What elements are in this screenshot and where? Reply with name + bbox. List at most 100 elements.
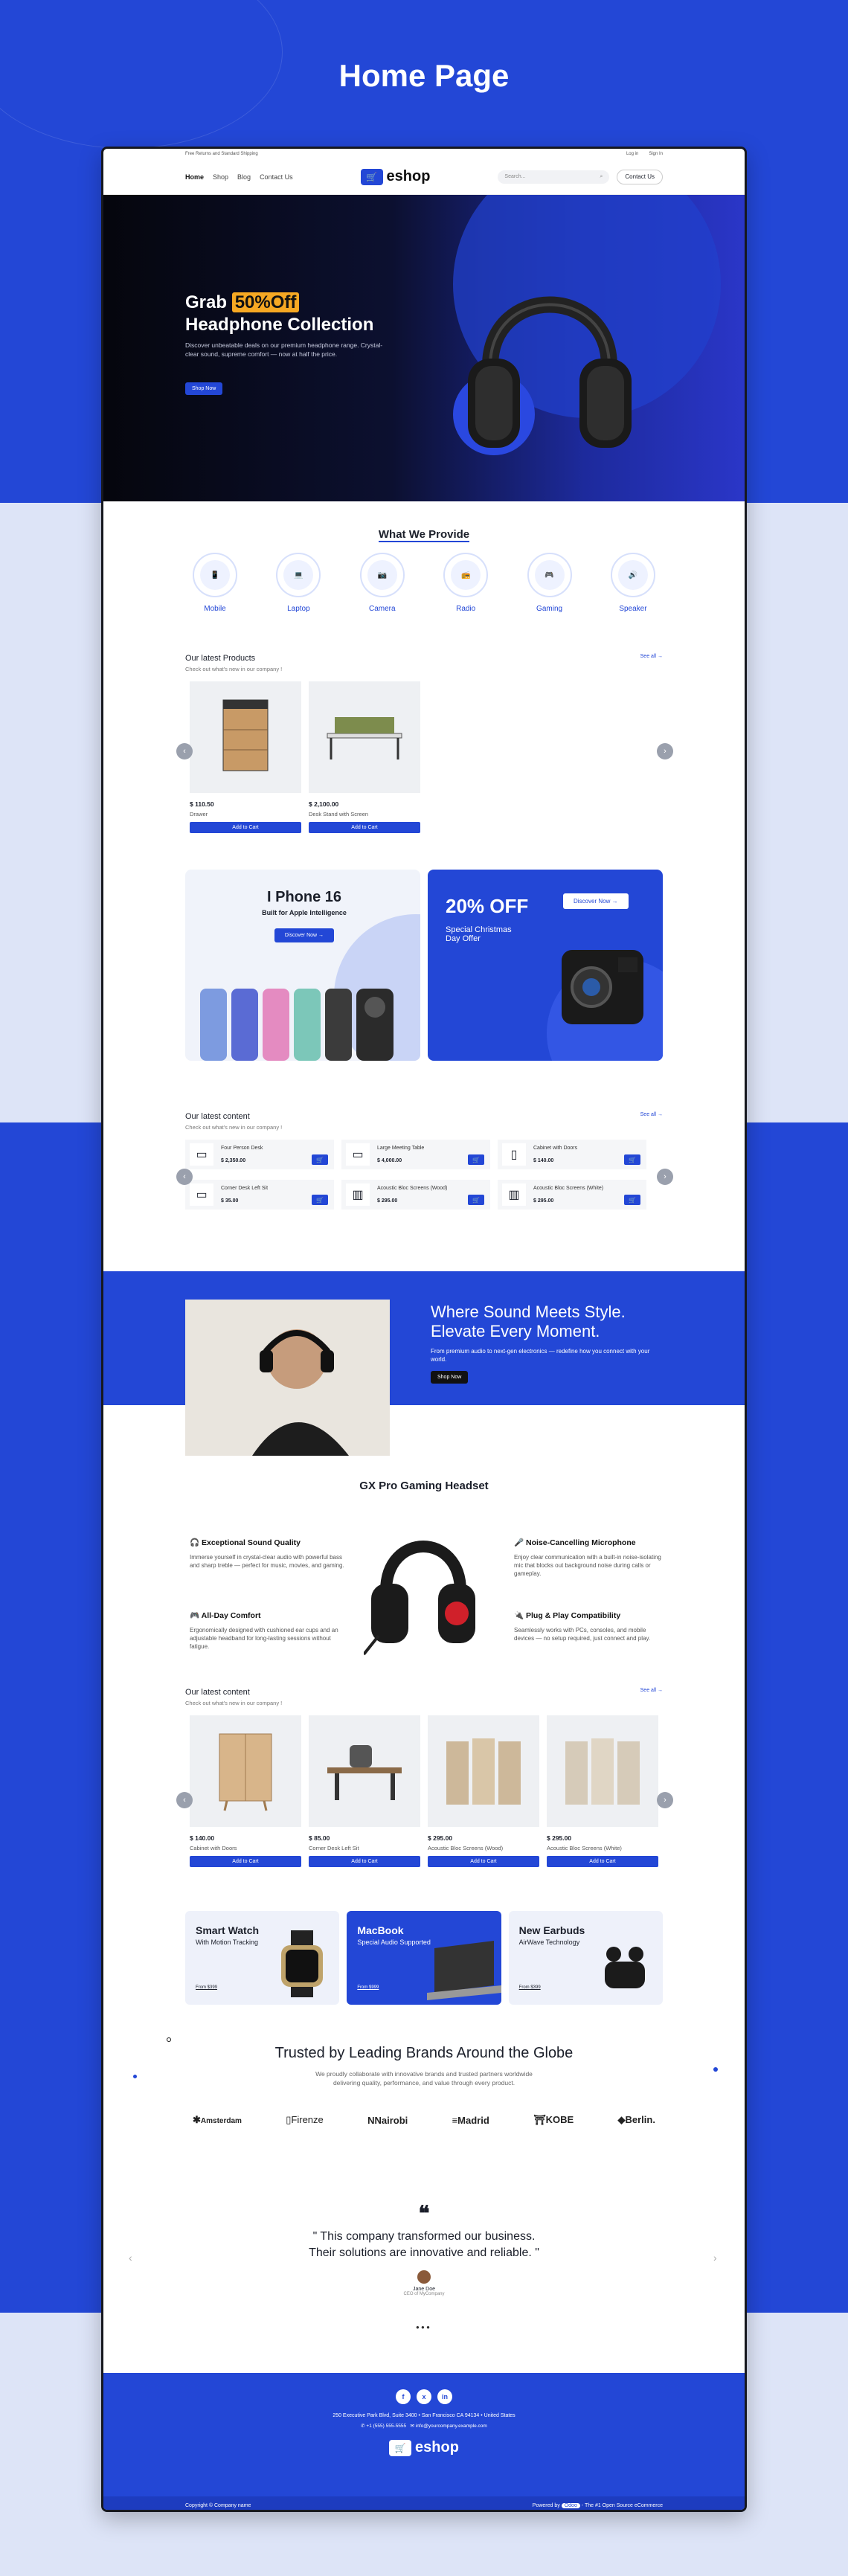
screen-thumbnail: ▥	[346, 1183, 370, 1206]
categories-title: What We Provide	[378, 528, 470, 542]
product-card[interactable]: $ 140.00 Cabinet with Doors Add to Cart	[190, 1715, 301, 1867]
content-card[interactable]: ▯ Cabinet with Doors $ 140.00 🛒	[498, 1140, 646, 1169]
brand-berlin[interactable]: ◆Berlin.	[618, 2114, 655, 2126]
carousel-next-button[interactable]: ›	[657, 1169, 673, 1185]
latest-content-section: Our latest content Check out what's new i…	[103, 1100, 745, 1271]
corner-desk-image	[309, 1715, 420, 1827]
category-camera[interactable]: 📷 Camera	[359, 553, 405, 613]
category-laptop[interactable]: 💻 Laptop	[276, 553, 321, 613]
hero-grab: Grab	[185, 292, 228, 312]
cart-icon[interactable]: 🛒	[312, 1195, 328, 1205]
latest-content-section-2: Our latest content Check out what's new i…	[103, 1688, 745, 1911]
band-title-1: Where Sound Meets Style.	[431, 1303, 626, 1321]
table-thumbnail: ▭	[346, 1143, 370, 1166]
feature-comfort: 🎮 All-Day Comfort Ergonomically designed …	[190, 1611, 338, 1651]
login-link[interactable]: Log in	[626, 152, 638, 156]
carousel-prev-button[interactable]: ‹	[176, 1792, 193, 1808]
logo[interactable]: 🛒 eshop	[360, 168, 430, 185]
brand-nairobi[interactable]: NNairobi	[367, 2115, 408, 2126]
nav-contact[interactable]: Contact Us	[260, 173, 293, 181]
signup-link[interactable]: Sign In	[649, 152, 663, 156]
brands-title: Trusted by Leading Brands Around the Glo…	[274, 2045, 574, 2061]
brands-section: Trusted by Leading Brands Around the Glo…	[103, 2030, 745, 2171]
cart-icon[interactable]: 🛒	[468, 1195, 484, 1205]
carousel-prev-button[interactable]: ‹	[176, 743, 193, 759]
see-all-link[interactable]: See all →	[640, 1688, 663, 1693]
carousel-next-button[interactable]: ›	[657, 743, 673, 759]
content-card[interactable]: ▭ Four Person Desk $ 2,350.00 🛒	[185, 1140, 334, 1169]
testimonial-prev-button[interactable]: ‹	[129, 2252, 132, 2264]
facebook-icon[interactable]: f	[396, 2389, 411, 2404]
cart-icon[interactable]: 🛒	[312, 1154, 328, 1165]
category-mobile[interactable]: 📱 Mobile	[193, 553, 237, 613]
shop-now-button[interactable]: Shop Now	[185, 382, 223, 395]
brand-kobe[interactable]: ⛩KOBE	[533, 2114, 574, 2126]
top-bar: Free Returns and Standard Shipping Log i…	[103, 149, 745, 159]
product-card[interactable]: $ 85.00 Corner Desk Left Sit Add to Cart	[309, 1715, 420, 1867]
laptop-image	[426, 1941, 501, 2000]
shipping-notice: Free Returns and Standard Shipping	[185, 152, 258, 156]
content-card[interactable]: ▭ Corner Desk Left Sit $ 35.00 🛒	[185, 1180, 334, 1210]
nav-blog[interactable]: Blog	[237, 173, 251, 181]
category-gaming[interactable]: 🎮 Gaming	[527, 553, 572, 613]
earbuds-promo[interactable]: New Earbuds AirWave Technology From $399	[508, 1911, 663, 2005]
shop-now-button[interactable]: Shop Now	[431, 1371, 469, 1384]
cart-icon[interactable]: 🛒	[624, 1195, 640, 1205]
add-to-cart-button[interactable]: Add to Cart	[428, 1856, 539, 1867]
discover-now-button[interactable]: Discover Now →	[274, 928, 335, 942]
phone-icon: ✆	[361, 2424, 365, 2429]
radio-icon: 📻	[451, 560, 481, 590]
product-card[interactable]: $ 2,100.00 Desk Stand with Screen Add to…	[309, 681, 420, 833]
product-card[interactable]: $ 110.50 Drawer Add to Cart	[190, 681, 301, 833]
latest-products-section: Our latest Products Check out what's new …	[103, 639, 745, 855]
earbuds-image	[604, 1947, 645, 1988]
category-radio[interactable]: 📻 Radio	[443, 553, 489, 613]
promo-section: I Phone 16 Built for Apple Intelligence …	[103, 855, 745, 1100]
cart-icon[interactable]: 🛒	[468, 1154, 484, 1165]
brand-amsterdam[interactable]: ✱Amsterdam	[193, 2114, 242, 2126]
carousel-next-button[interactable]: ›	[657, 1792, 673, 1808]
iphone-promo[interactable]: I Phone 16 Built for Apple Intelligence …	[185, 870, 420, 1061]
testimonial-next-button[interactable]: ›	[713, 2252, 717, 2264]
contact-button[interactable]: Contact Us	[617, 169, 663, 184]
desk-thumbnail: ▭	[190, 1183, 213, 1206]
gaming-title: GX Pro Gaming Headset	[359, 1480, 489, 1492]
x-icon[interactable]: x	[417, 2389, 431, 2404]
laptop-icon: 💻	[283, 560, 314, 590]
content-card[interactable]: ▥ Acoustic Bloc Screens (Wood) $ 295.00 🛒	[341, 1180, 490, 1210]
nav-home[interactable]: Home	[185, 173, 204, 181]
carousel-prev-button[interactable]: ‹	[176, 1169, 193, 1185]
search-input[interactable]: Search... ⌕	[498, 170, 610, 184]
copyright: Copyright © Company name	[185, 2502, 251, 2508]
footer-logo[interactable]: 🛒 eshop	[103, 2439, 745, 2456]
carousel-dots[interactable]: ● ● ●	[416, 2324, 430, 2331]
product-card[interactable]: $ 295.00 Acoustic Bloc Screens (Wood) Add …	[428, 1715, 539, 1867]
see-all-link[interactable]: See all →	[640, 1112, 663, 1117]
band-title-2: Elevate Every Moment.	[431, 1322, 600, 1340]
content-card[interactable]: ▥ Acoustic Bloc Screens (White) $ 295.00 🛒	[498, 1180, 646, 1210]
linkedin-icon[interactable]: in	[437, 2389, 452, 2404]
add-to-cart-button[interactable]: Add to Cart	[190, 1856, 301, 1867]
brand-madrid[interactable]: ≡Madrid	[452, 2115, 489, 2126]
discover-now-button[interactable]: Discover Now →	[563, 893, 629, 909]
cart-logo-icon: 🛒	[389, 2439, 412, 2456]
gaming-headset-image	[364, 1541, 475, 1656]
testimonial-role: CEO of MyCompany	[403, 2292, 445, 2296]
speaker-icon: 🔊	[617, 560, 648, 590]
add-to-cart-button[interactable]: Add to Cart	[309, 1856, 420, 1867]
category-speaker[interactable]: 🔊 Speaker	[610, 553, 655, 613]
smartwatch-promo[interactable]: Smart Watch With Motion Tracking From $399	[185, 1911, 340, 2005]
product-card[interactable]: $ 295.00 Acoustic Bloc Screens (White) Add…	[547, 1715, 658, 1867]
brand-firenze[interactable]: ▯Firenze	[286, 2114, 324, 2126]
website-frame: Free Returns and Standard Shipping Log i…	[101, 147, 747, 2512]
add-to-cart-button[interactable]: Add to Cart	[309, 822, 420, 833]
see-all-link[interactable]: See all →	[640, 654, 663, 659]
christmas-offer-promo[interactable]: 20% OFF Special Christmas Day Offer Disc…	[428, 870, 663, 1061]
hero-banner: Grab 50%Off Headphone Collection Discover…	[103, 195, 745, 501]
nav-shop[interactable]: Shop	[213, 173, 228, 181]
add-to-cart-button[interactable]: Add to Cart	[190, 822, 301, 833]
content-card[interactable]: ▭ Large Meeting Table $ 4,000.00 🛒	[341, 1140, 490, 1169]
add-to-cart-button[interactable]: Add to Cart	[547, 1856, 658, 1867]
macbook-promo[interactable]: MacBook Special Audio Supported From $999	[347, 1911, 501, 2005]
cart-icon[interactable]: 🛒	[624, 1154, 640, 1165]
